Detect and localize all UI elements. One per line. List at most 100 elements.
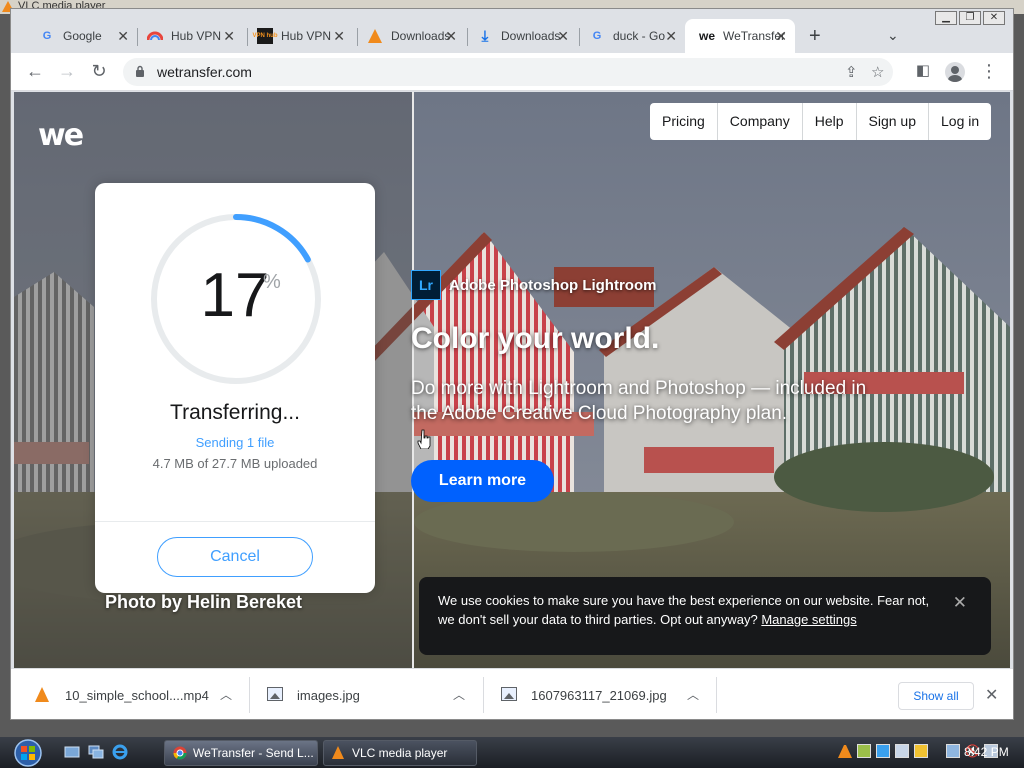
manage-settings-link[interactable]: Manage settings bbox=[761, 612, 856, 627]
image-file-icon bbox=[501, 687, 517, 703]
taskbar-chrome-window[interactable]: WeTransfer - Send L... bbox=[164, 740, 318, 766]
address-bar[interactable]: wetransfer.com ⇪ ☆ bbox=[123, 58, 893, 86]
close-tab-icon[interactable]: ✕ bbox=[775, 28, 787, 45]
tray-app-icon[interactable] bbox=[876, 744, 890, 758]
chevron-up-icon[interactable]: ︿ bbox=[687, 686, 699, 703]
vlc-icon bbox=[367, 28, 383, 44]
download-separator bbox=[716, 677, 717, 713]
tray-app-icon[interactable] bbox=[857, 744, 871, 758]
close-tab-icon[interactable]: ✕ bbox=[117, 28, 129, 45]
close-window-button[interactable]: ✕ bbox=[983, 11, 1005, 25]
nav-company[interactable]: Company bbox=[718, 103, 803, 140]
nav-sign-up[interactable]: Sign up bbox=[857, 103, 929, 140]
cookie-banner: We use cookies to make sure you have the… bbox=[419, 577, 991, 655]
downloads-bar: 10_simple_school....mp4 ︿ images.jpg ︿ 1… bbox=[11, 668, 1013, 719]
close-icon[interactable]: ✕ bbox=[985, 685, 998, 705]
tab-hub-vpn-2[interactable]: VPN hub Hub VPN ✕ bbox=[243, 19, 353, 53]
wetransfer-icon: we bbox=[699, 29, 716, 43]
download-filename: 1607963117_21069.jpg bbox=[531, 687, 667, 703]
download-item[interactable]: 10_simple_school....mp4 bbox=[35, 669, 209, 719]
reload-button[interactable]: ↻ bbox=[89, 61, 109, 81]
hub-vpn-icon bbox=[147, 28, 163, 44]
profile-avatar[interactable] bbox=[945, 62, 965, 82]
minimize-button[interactable]: ▁ bbox=[935, 11, 957, 25]
taskbar-clock[interactable]: 8:42 PM bbox=[964, 745, 1009, 759]
transfer-panel: 17 % Transferring... Sending 1 file 4.7 … bbox=[95, 183, 375, 593]
tray-app-icon[interactable] bbox=[895, 744, 909, 758]
tab-search-button[interactable]: ⌄ bbox=[887, 27, 899, 44]
restore-button[interactable]: ❐ bbox=[959, 11, 981, 25]
vlc-icon bbox=[332, 746, 346, 760]
network-icon[interactable] bbox=[946, 744, 960, 758]
tab-google[interactable]: G Google ✕ bbox=[25, 19, 137, 53]
transfer-size: 4.7 MB of 27.7 MB uploaded bbox=[152, 456, 318, 471]
tray-spacer bbox=[933, 744, 941, 758]
transfer-file-count[interactable]: Sending 1 file bbox=[95, 435, 375, 450]
browser-toolbar: ← → ↻ wetransfer.com ⇪ ☆ ◧ ⋮ bbox=[11, 53, 1013, 91]
back-button[interactable]: ← bbox=[25, 61, 45, 81]
new-tab-button[interactable]: + bbox=[809, 25, 821, 48]
start-button[interactable] bbox=[8, 738, 48, 768]
windows-taskbar: WeTransfer - Send L... VLC media player … bbox=[0, 737, 1024, 768]
panel-divider bbox=[95, 521, 375, 522]
cancel-button[interactable]: Cancel bbox=[157, 537, 313, 577]
download-item[interactable]: images.jpg bbox=[267, 669, 360, 719]
close-tab-icon[interactable]: ✕ bbox=[445, 28, 457, 45]
nav-help[interactable]: Help bbox=[803, 103, 857, 140]
download-filename: 10_simple_school....mp4 bbox=[65, 687, 209, 703]
transfer-status: Transferring... bbox=[170, 401, 300, 424]
internet-explorer-icon[interactable] bbox=[112, 744, 128, 760]
tab-downloads-vlc[interactable]: Downloads ✕ bbox=[353, 19, 465, 53]
ad-body: Do more with Lightroom and Photoshop — i… bbox=[411, 378, 867, 424]
tray-app-icon[interactable] bbox=[914, 744, 928, 758]
google-icon: G bbox=[592, 30, 602, 42]
ad-brand: Lr Adobe Photoshop Lightroom bbox=[411, 270, 656, 300]
tab-duck-search[interactable]: G duck - Go ✕ bbox=[575, 19, 685, 53]
progress-percent: 17 bbox=[200, 261, 270, 330]
lightroom-icon: Lr bbox=[411, 270, 441, 300]
photo-credit[interactable]: Photo by Helin Bereket bbox=[105, 592, 302, 613]
wetransfer-logo[interactable]: we bbox=[38, 118, 84, 153]
tab-wetransfer[interactable]: we WeTransfer ✕ bbox=[685, 19, 795, 53]
taskbar-item-label: VLC media player bbox=[352, 746, 448, 760]
download-item[interactable]: 1607963117_21069.jpg bbox=[501, 669, 667, 719]
ad-brand-name: Adobe Photoshop Lightroom bbox=[449, 276, 657, 294]
percent-symbol: % bbox=[263, 271, 281, 293]
nav-log-in[interactable]: Log in bbox=[929, 103, 991, 140]
google-icon: G bbox=[42, 30, 52, 42]
close-icon[interactable]: ✕ bbox=[953, 593, 967, 613]
chevron-up-icon[interactable]: ︿ bbox=[453, 686, 465, 703]
forward-button[interactable]: → bbox=[57, 61, 77, 81]
tab-downloads[interactable]: ⤓ Downloads ✕ bbox=[463, 19, 577, 53]
close-tab-icon[interactable]: ✕ bbox=[223, 28, 235, 45]
close-tab-icon[interactable]: ✕ bbox=[333, 28, 345, 45]
url-text: wetransfer.com bbox=[157, 64, 252, 80]
screen: VLC media player ▁ ❐ ✕ G Google ✕ Hub VP… bbox=[0, 0, 1024, 768]
download-separator bbox=[483, 677, 484, 713]
lock-icon bbox=[136, 65, 144, 77]
hand-cursor-icon bbox=[417, 429, 431, 449]
vlc-file-icon bbox=[35, 687, 51, 703]
show-all-button[interactable]: Show all bbox=[898, 682, 974, 710]
download-separator bbox=[249, 677, 250, 713]
chrome-icon bbox=[173, 746, 187, 760]
tab-hub-vpn[interactable]: Hub VPN ✕ bbox=[133, 19, 243, 53]
learn-more-button[interactable]: Learn more bbox=[411, 460, 554, 502]
switch-windows-icon[interactable] bbox=[88, 744, 104, 760]
chevron-up-icon[interactable]: ︿ bbox=[220, 686, 232, 703]
vlc-tray-icon[interactable] bbox=[838, 744, 852, 758]
share-icon[interactable]: ⇪ bbox=[845, 63, 858, 81]
image-file-icon bbox=[267, 687, 283, 703]
show-desktop-icon[interactable] bbox=[64, 744, 80, 760]
cookie-text: We use cookies to make sure you have the… bbox=[438, 591, 938, 629]
top-navigation: Pricing Company Help Sign up Log in bbox=[650, 103, 992, 140]
side-panel-icon[interactable]: ◧ bbox=[913, 61, 933, 81]
taskbar-vlc-window[interactable]: VLC media player bbox=[323, 740, 477, 766]
close-tab-icon[interactable]: ✕ bbox=[557, 28, 569, 45]
nav-pricing[interactable]: Pricing bbox=[650, 103, 718, 140]
bookmark-star-icon[interactable]: ☆ bbox=[871, 63, 884, 81]
download-icon: ⤓ bbox=[481, 27, 489, 45]
menu-kebab-icon[interactable]: ⋮ bbox=[979, 61, 999, 81]
tab-label: Downloads bbox=[501, 29, 561, 43]
close-tab-icon[interactable]: ✕ bbox=[665, 28, 677, 45]
